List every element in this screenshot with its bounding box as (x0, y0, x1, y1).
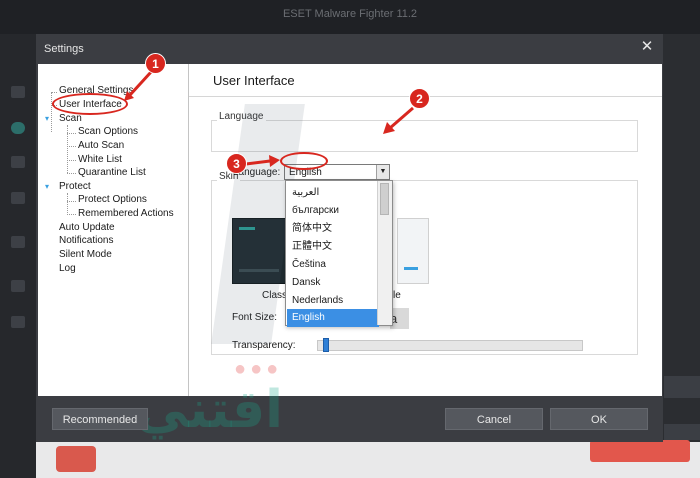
annotation-arrow (245, 159, 271, 166)
annotation-arrows (124, 70, 414, 167)
annotation-step-1: 1 (145, 53, 166, 74)
annotation-step-3: 3 (226, 153, 247, 174)
annotation-arrowhead (269, 155, 280, 167)
annotation-arrow (128, 70, 153, 97)
annotation-step-2: 2 (409, 88, 430, 109)
annotation-highlight-arabic (280, 152, 328, 170)
annotation-arrow (389, 106, 414, 130)
